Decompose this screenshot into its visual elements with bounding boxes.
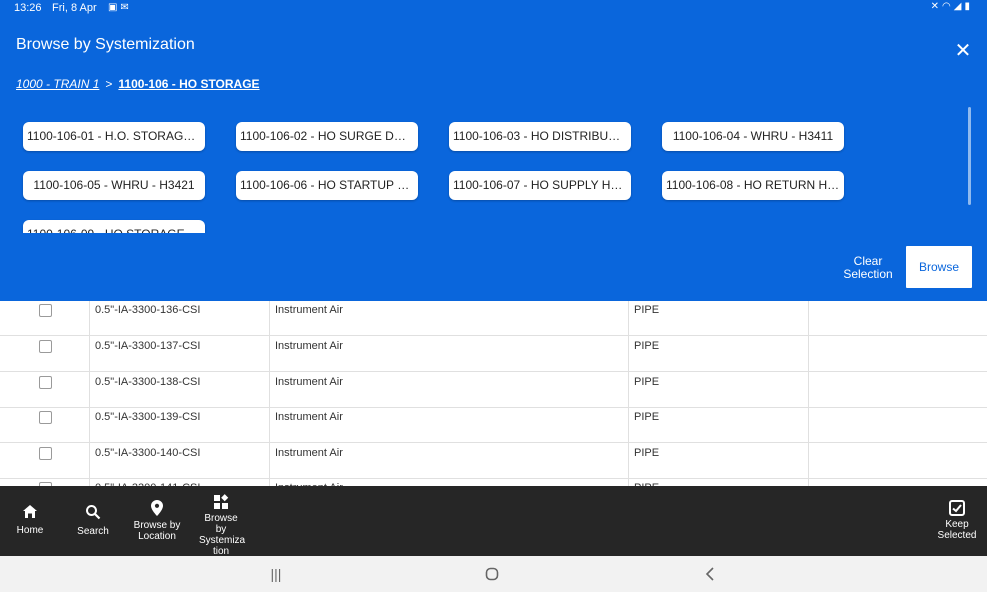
- tag-cell: 0.5"-IA-3300-140-CSI: [90, 443, 270, 478]
- extra-cell: [809, 478, 987, 486]
- status-time: 13:26: [14, 2, 42, 14]
- system-chip[interactable]: 1100-106-05 - WHRU - H3421: [23, 171, 205, 200]
- extra-cell: [809, 443, 987, 478]
- systemization-panel: Browse by Systemization ✕ 1000 - TRAIN 1…: [0, 17, 987, 301]
- service-cell: Instrument Air: [270, 443, 629, 478]
- system-chip[interactable]: 1100-106-02 - HO SURGE DRU...: [236, 122, 418, 151]
- system-chip-list[interactable]: 1100-106-01 - H.O. STORAGE A... 1100-106…: [0, 109, 966, 233]
- checkbox-cell: [0, 443, 90, 478]
- nav-browse-systemization-label: Browse by Systemiza tion: [199, 513, 246, 557]
- service-cell: Instrument Air: [270, 336, 629, 371]
- table-row[interactable]: 0.5"-IA-3300-138-CSI Instrument Air PIPE: [0, 372, 987, 408]
- row-checkbox[interactable]: [39, 304, 52, 317]
- chip-list-scrollbar[interactable]: [968, 107, 971, 205]
- type-cell: PIPE: [629, 478, 809, 486]
- nav-browse-systemization[interactable]: Browse by Systemiza tion: [196, 486, 246, 557]
- system-chip[interactable]: 1100-106-01 - H.O. STORAGE A...: [23, 122, 205, 151]
- row-checkbox[interactable]: [39, 447, 52, 460]
- mail-icon: ✉: [120, 2, 132, 13]
- nav-home[interactable]: Home: [10, 486, 50, 556]
- panel-title: Browse by Systemization: [16, 36, 195, 53]
- keep-selected-icon: [949, 500, 965, 516]
- service-cell: Instrument Air: [270, 478, 629, 486]
- status-bar: 13:26 Fri, 8 Apr ▣✉ ✕◠◢▮: [0, 0, 987, 17]
- row-checkbox[interactable]: [39, 411, 52, 424]
- home-circle-shape: [485, 567, 499, 581]
- row-checkbox[interactable]: [39, 376, 52, 389]
- signal-icon: ◢: [953, 1, 965, 12]
- nav-keep-selected-label: Keep Selected: [937, 519, 977, 541]
- extra-cell: [809, 407, 987, 442]
- system-chip[interactable]: 1100-106-03 - HO DISTRIBUTIO...: [449, 122, 631, 151]
- nav-search-label: Search: [77, 526, 109, 537]
- nav-browse-location-label: Browse by Location: [133, 520, 181, 542]
- checkbox-cell: [0, 301, 90, 335]
- recents-icon[interactable]: |||: [264, 564, 288, 584]
- table-row[interactable]: 0.5"-IA-3300-136-CSI Instrument Air PIPE: [0, 301, 987, 336]
- service-cell: Instrument Air: [270, 372, 629, 407]
- extra-cell: [809, 372, 987, 407]
- table-row[interactable]: 0.5"-IA-3300-137-CSI Instrument Air PIPE: [0, 336, 987, 372]
- close-icon[interactable]: ✕: [953, 41, 973, 61]
- service-cell: Instrument Air: [270, 301, 629, 335]
- back-icon[interactable]: [698, 564, 722, 584]
- status-date: Fri, 8 Apr: [52, 2, 97, 14]
- system-chip[interactable]: 1100-106-07 - HO SUPPLY HEA...: [449, 171, 631, 200]
- system-chip[interactable]: 1100-106-08 - HO RETURN HEA...: [662, 171, 844, 200]
- home-icon: [23, 505, 37, 518]
- type-cell: PIPE: [629, 443, 809, 478]
- bottom-navigation: Home Search Browse by Location Browse by…: [0, 486, 987, 557]
- table-row[interactable]: 0.5"-IA-3300-140-CSI Instrument Air PIPE: [0, 443, 987, 479]
- breadcrumb-separator: >: [105, 77, 113, 91]
- row-checkbox[interactable]: [39, 340, 52, 353]
- status-left-icons: ▣✉: [108, 2, 132, 13]
- systemization-icon: [214, 494, 229, 509]
- nav-search[interactable]: Search: [73, 486, 113, 556]
- nav-browse-location[interactable]: Browse by Location: [130, 486, 184, 556]
- status-right-icons: ✕◠◢▮: [931, 1, 973, 12]
- system-chip[interactable]: 1100-106-09 - HO STORAGE TA...: [23, 220, 205, 233]
- type-cell: PIPE: [629, 407, 809, 442]
- type-cell: PIPE: [629, 372, 809, 407]
- breadcrumb-parent-link[interactable]: 1000 - TRAIN 1: [16, 77, 99, 91]
- tag-cell: 0.5"-IA-3300-138-CSI: [90, 372, 270, 407]
- search-icon: [86, 505, 101, 520]
- tag-cell: 0.5"-IA-3300-141-CSI: [90, 478, 270, 486]
- nav-keep-selected[interactable]: Keep Selected: [935, 486, 979, 556]
- tag-cell: 0.5"-IA-3300-137-CSI: [90, 336, 270, 371]
- system-chip[interactable]: 1100-106-04 - WHRU - H3411: [662, 122, 844, 151]
- clear-selection-button[interactable]: Clear Selection: [834, 255, 902, 281]
- service-cell: Instrument Air: [270, 407, 629, 442]
- mute-icon: ✕: [930, 1, 943, 12]
- type-cell: PIPE: [629, 336, 809, 371]
- tag-cell: 0.5"-IA-3300-136-CSI: [90, 301, 270, 335]
- tag-cell: 0.5"-IA-3300-139-CSI: [90, 407, 270, 442]
- browse-button[interactable]: Browse: [906, 246, 972, 288]
- extra-cell: [809, 301, 987, 335]
- location-pin-icon: [151, 500, 163, 516]
- nav-home-label: Home: [16, 525, 44, 536]
- image-icon: ▣: [108, 2, 121, 13]
- breadcrumb: 1000 - TRAIN 1 >1100-106 - HO STORAGE: [16, 77, 260, 91]
- app-screen: 13:26 Fri, 8 Apr ▣✉ ✕◠◢▮ Browse by Syste…: [0, 0, 987, 592]
- extra-cell: [809, 336, 987, 371]
- system-chip[interactable]: 1100-106-06 - HO STARTUP HE...: [236, 171, 418, 200]
- results-table: 0.5"-IA-3300-136-CSI Instrument Air PIPE…: [0, 301, 987, 486]
- table-row[interactable]: 0.5"-IA-3300-139-CSI Instrument Air PIPE: [0, 407, 987, 443]
- battery-icon: ▮: [964, 1, 973, 12]
- wifi-icon: ◠: [942, 1, 954, 12]
- home-circle-icon[interactable]: [480, 564, 504, 584]
- table-row[interactable]: 0.5"-IA-3300-141-CSI Instrument Air PIPE: [0, 478, 987, 486]
- checkbox-cell: [0, 336, 90, 371]
- type-cell: PIPE: [629, 301, 809, 335]
- system-navigation-bar: |||: [0, 556, 987, 592]
- back-chevron-shape: [705, 567, 714, 581]
- checkbox-cell: [0, 478, 90, 486]
- checkbox-cell: [0, 407, 90, 442]
- breadcrumb-current: 1100-106 - HO STORAGE: [118, 77, 260, 91]
- checkbox-cell: [0, 372, 90, 407]
